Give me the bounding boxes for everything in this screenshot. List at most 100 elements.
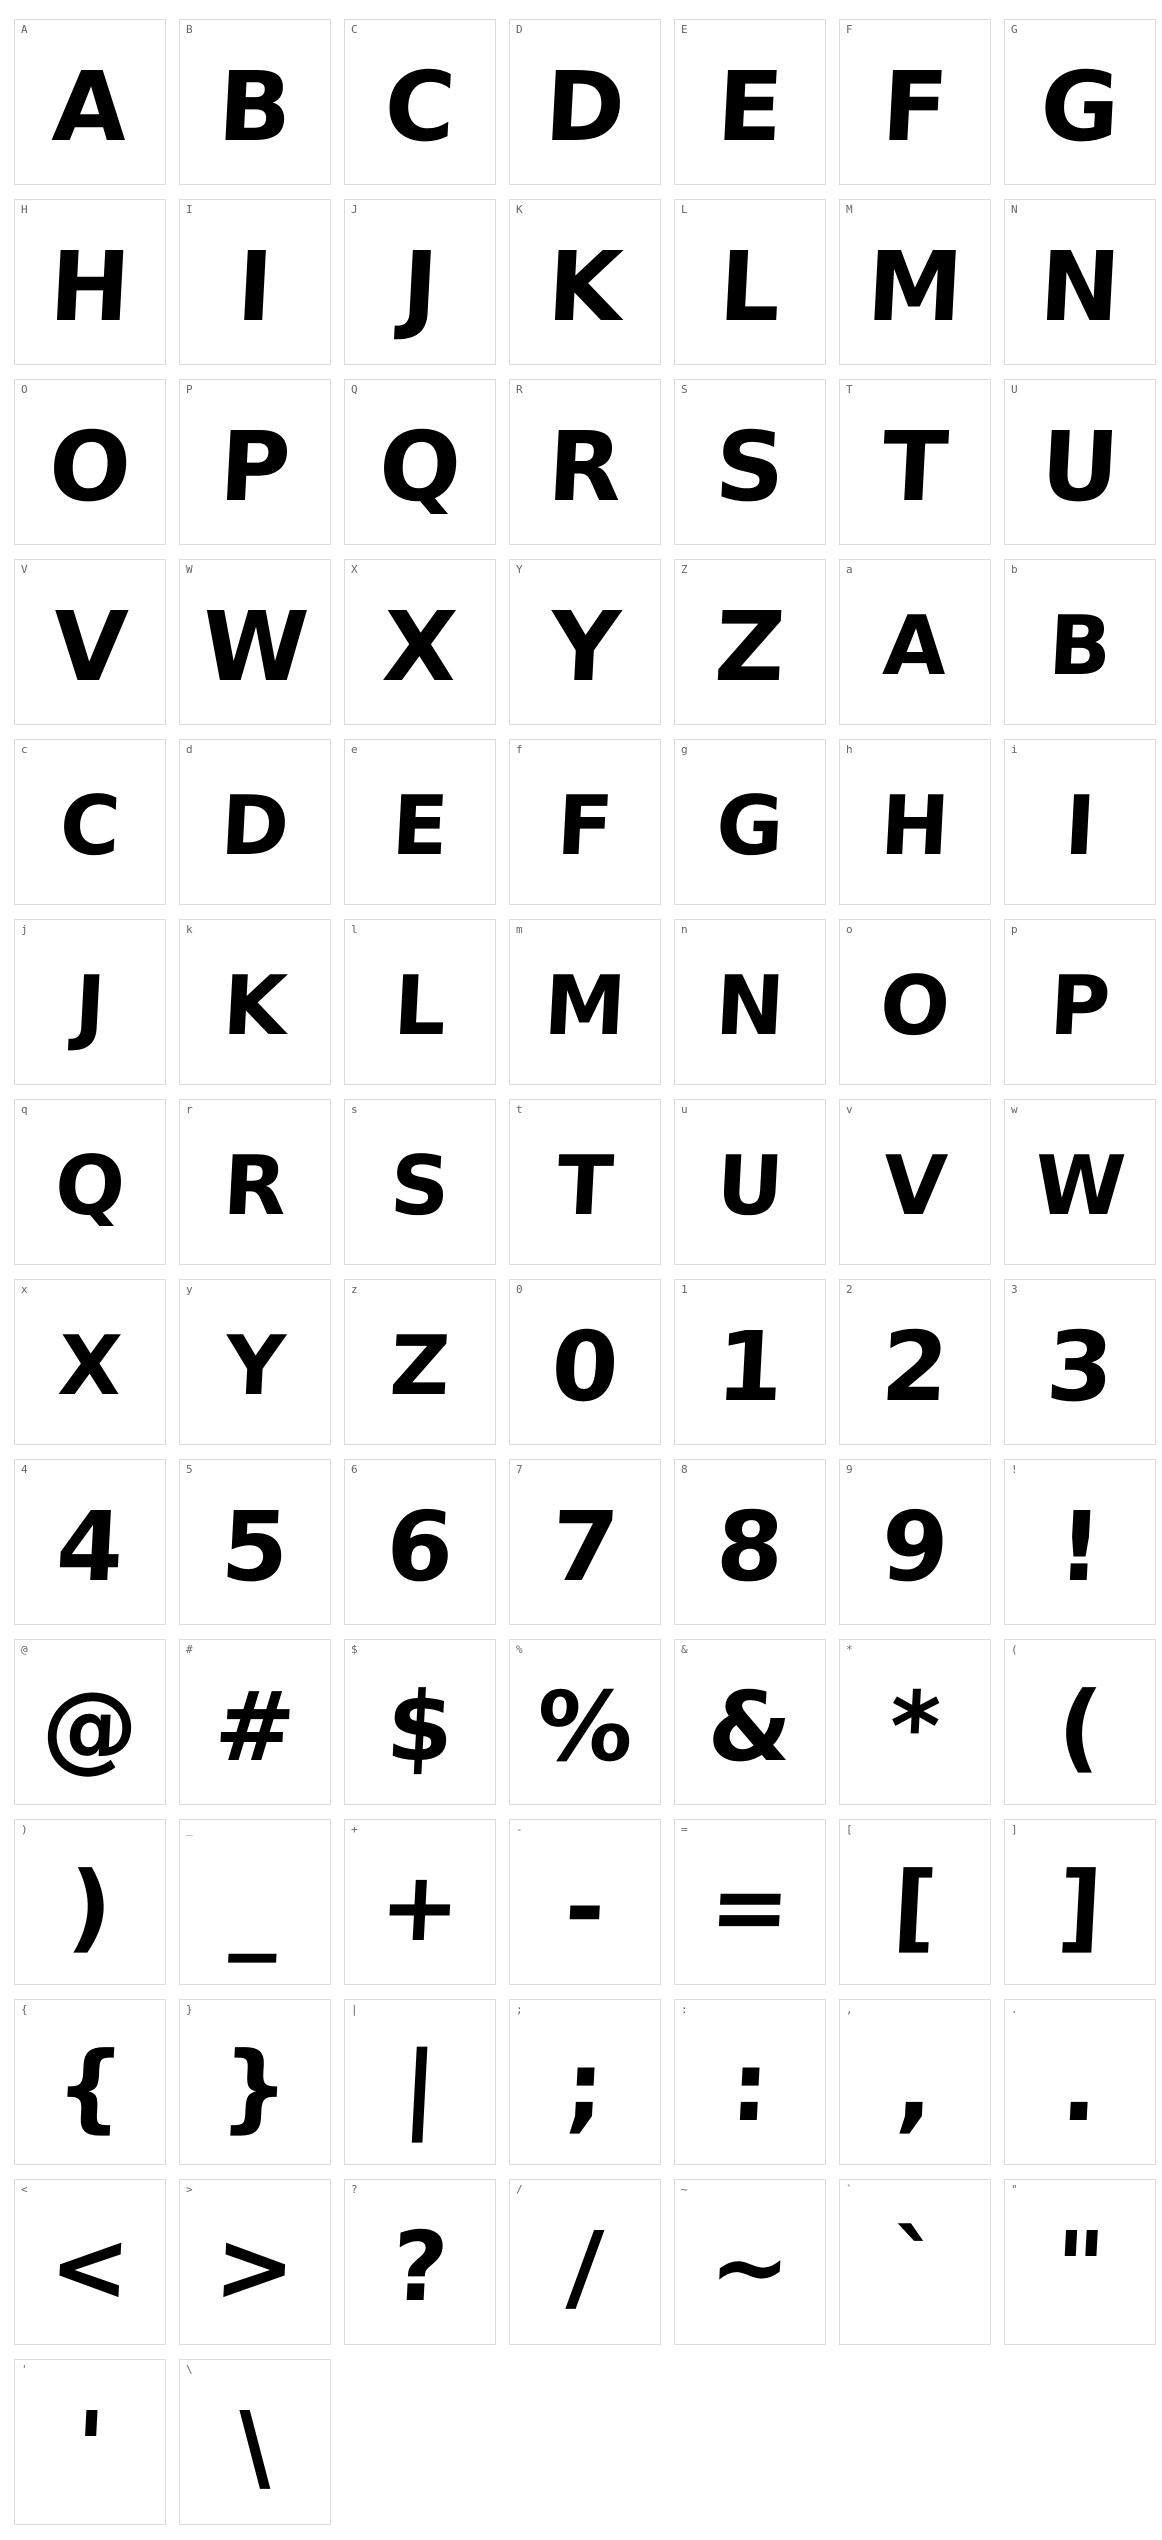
glyph-sample: G bbox=[1037, 51, 1123, 163]
glyph-cell: 99 bbox=[839, 1459, 991, 1625]
glyph-sample: ` bbox=[888, 2211, 942, 2323]
glyph-cell: bB bbox=[1004, 559, 1156, 725]
glyph-cell: .. bbox=[1004, 1999, 1156, 2165]
glyph-cell: fF bbox=[509, 739, 661, 905]
glyph-sample: P bbox=[216, 411, 294, 523]
glyph-sample: 6 bbox=[383, 1491, 457, 1603]
glyph-sample: O bbox=[877, 959, 953, 1054]
glyph-cell: LL bbox=[674, 199, 826, 365]
glyph-cell: DD bbox=[509, 19, 661, 185]
glyph-cell: aA bbox=[839, 559, 991, 725]
glyph-sample: ' bbox=[72, 2391, 108, 2503]
glyph-cell: zZ bbox=[344, 1279, 496, 1445]
glyph-cell: YY bbox=[509, 559, 661, 725]
glyph-cell: KK bbox=[509, 199, 661, 365]
glyph-sample: N bbox=[1036, 231, 1124, 343]
glyph-cell: hH bbox=[839, 739, 991, 905]
glyph-sample: $ bbox=[383, 1671, 457, 1783]
glyph-cell: PP bbox=[179, 379, 331, 545]
glyph-cell: (( bbox=[1004, 1639, 1156, 1805]
glyph-sample: % bbox=[533, 1671, 637, 1783]
glyph-cell: -- bbox=[509, 1819, 661, 1985]
glyph-cell: 77 bbox=[509, 1459, 661, 1625]
glyph-cell: lL bbox=[344, 919, 496, 1085]
glyph-cell: RR bbox=[509, 379, 661, 545]
glyph-cell: = = bbox=[674, 1819, 826, 1985]
glyph-sample: J bbox=[72, 959, 108, 1054]
glyph-cell: _ _ bbox=[179, 1819, 331, 1985]
glyph-cell: yY bbox=[179, 1279, 331, 1445]
glyph-cell: sS bbox=[344, 1099, 496, 1265]
glyph-cell: pP bbox=[1004, 919, 1156, 1085]
glyph-sample: ) bbox=[65, 1851, 115, 1963]
glyph-cell: uU bbox=[674, 1099, 826, 1265]
glyph-sample: & bbox=[705, 1671, 795, 1783]
glyph-sample: - bbox=[562, 1851, 608, 1963]
glyph-cell: wW bbox=[1004, 1099, 1156, 1265]
glyph-cell: # # bbox=[179, 1639, 331, 1805]
glyph-cell: 22 bbox=[839, 1279, 991, 1445]
glyph-cell: xX bbox=[14, 1279, 166, 1445]
glyph-sample: C bbox=[57, 779, 123, 874]
glyph-sample: F bbox=[879, 51, 951, 163]
glyph-sample: B bbox=[215, 51, 295, 163]
glyph-cell: %% bbox=[509, 1639, 661, 1805]
glyph-sample: V bbox=[880, 1139, 950, 1234]
glyph-sample: I bbox=[234, 231, 276, 343]
glyph-sample: 2 bbox=[878, 1311, 952, 1423]
glyph-sample: 9 bbox=[878, 1491, 952, 1603]
glyph-sample: @ bbox=[39, 1671, 141, 1783]
glyph-sample: U bbox=[1038, 411, 1122, 523]
glyph-cell: {{ bbox=[14, 1999, 166, 2165]
glyph-cell: ' ' bbox=[14, 2359, 166, 2525]
glyph-sample: \ bbox=[234, 2391, 276, 2503]
glyph-cell: JJ bbox=[344, 199, 496, 365]
glyph-sample: R bbox=[545, 411, 625, 523]
glyph-sample: W bbox=[1032, 1139, 1128, 1234]
glyph-grid: AABBCCDDEEFFGGHHIIJJKKLLMMNNOOPPQQRRSSTT… bbox=[0, 0, 1162, 2540]
glyph-sample: 0 bbox=[548, 1311, 622, 1423]
glyph-cell: iI bbox=[1004, 739, 1156, 905]
glyph-sample: T bbox=[879, 411, 951, 523]
glyph-sample: { bbox=[52, 2031, 128, 2143]
glyph-cell: ,, bbox=[839, 1999, 991, 2165]
glyph-sample: W bbox=[199, 591, 311, 703]
glyph-sample: U bbox=[714, 1139, 786, 1234]
glyph-cell: | | bbox=[344, 1999, 496, 2165]
glyph-sample: G bbox=[713, 779, 787, 874]
glyph-cell: dD bbox=[179, 739, 331, 905]
glyph-cell: CC bbox=[344, 19, 496, 185]
glyph-sample: Z bbox=[387, 1319, 453, 1414]
glyph-cell: " " bbox=[1004, 2179, 1156, 2345]
glyph-cell: / / bbox=[509, 2179, 661, 2345]
glyph-cell: mM bbox=[509, 919, 661, 1085]
glyph-sample: E bbox=[389, 779, 451, 874]
glyph-sample: 3 bbox=[1043, 1311, 1117, 1423]
glyph-sample: * bbox=[886, 1671, 944, 1783]
glyph-cell: AA bbox=[14, 19, 166, 185]
glyph-sample: 1 bbox=[713, 1311, 787, 1423]
glyph-cell: tT bbox=[509, 1099, 661, 1265]
glyph-sample: V bbox=[49, 591, 131, 703]
glyph-sample: D bbox=[218, 779, 292, 874]
glyph-sample: Y bbox=[222, 1319, 288, 1414]
glyph-cell: SS bbox=[674, 379, 826, 545]
glyph-sample: M bbox=[541, 959, 629, 1054]
glyph-cell: GG bbox=[1004, 19, 1156, 185]
glyph-sample: H bbox=[46, 231, 134, 343]
glyph-cell: )) bbox=[14, 1819, 166, 1985]
glyph-sample: B bbox=[1046, 599, 1114, 694]
glyph-sample: ? bbox=[389, 2211, 451, 2323]
glyph-cell: BB bbox=[179, 19, 331, 185]
glyph-cell: ;; bbox=[509, 1999, 661, 2165]
glyph-cell: VV bbox=[14, 559, 166, 725]
glyph-sample: ; bbox=[562, 2031, 608, 2143]
glyph-cell: WW bbox=[179, 559, 331, 725]
glyph-sample: : bbox=[727, 2031, 773, 2143]
glyph-sample: [ bbox=[890, 1851, 940, 1963]
glyph-sample: M bbox=[864, 231, 966, 343]
glyph-cell: @ @ bbox=[14, 1639, 166, 1805]
glyph-sample: Y bbox=[547, 591, 623, 703]
glyph-cell: XX bbox=[344, 559, 496, 725]
glyph-cell: ` ` bbox=[839, 2179, 991, 2345]
